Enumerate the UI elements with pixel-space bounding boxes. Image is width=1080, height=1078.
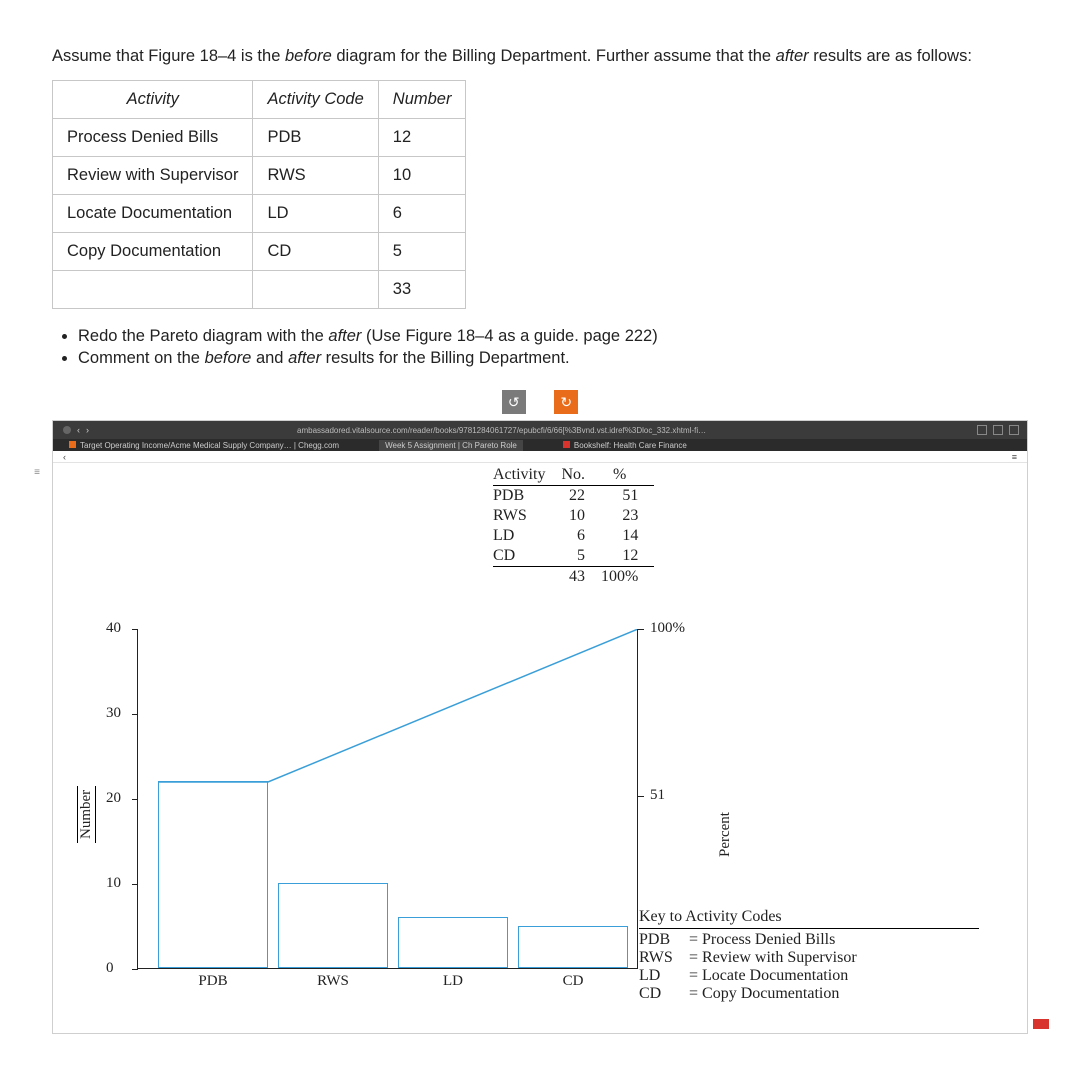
- instruction-list: Redo the Pareto diagram with the after (…: [78, 327, 1028, 368]
- intro-text: Assume that Figure 18–4 is the: [52, 47, 285, 65]
- bookshelf-favicon-icon: [563, 441, 570, 448]
- address-bar[interactable]: ambassadored.vitalsource.com/reader/book…: [297, 426, 706, 435]
- history-controls: ↺ ↻: [52, 390, 1028, 414]
- browser-tab-active[interactable]: Week 5 Assignment | Ch Pareto Role: [379, 440, 523, 451]
- x-category-label: RWS: [317, 973, 349, 990]
- col-number: Number: [378, 81, 466, 119]
- browser-tab[interactable]: Bookshelf: Health Care Finance: [563, 441, 687, 450]
- embedded-screenshot: ‹ › ambassadored.vitalsource.com/reader/…: [52, 420, 1028, 1034]
- nav-back-icon[interactable]: ‹: [77, 425, 80, 435]
- reader-toolbar: ‹ ≡: [53, 451, 1027, 463]
- cumulative-line: [138, 629, 640, 971]
- undo-button[interactable]: ↺: [502, 390, 526, 414]
- intro-text: diagram for the Billing Department. Furt…: [332, 47, 776, 65]
- y-tick-label: 10: [106, 875, 121, 892]
- table-total-row: 33: [53, 271, 466, 309]
- before-summary-table: Activity No. % PDB2251 RWS1023 LD614 CD5…: [493, 465, 654, 587]
- table-row: Process Denied Bills PDB 12: [53, 119, 466, 157]
- intro-text: results are as follows:: [809, 47, 972, 65]
- page-flag-icon[interactable]: [1033, 1019, 1049, 1029]
- col-activity: Activity: [53, 81, 253, 119]
- reader-menu-icon[interactable]: ≡: [1012, 452, 1017, 462]
- y-axis-label: Number: [77, 786, 96, 843]
- reader-back-icon[interactable]: ‹: [63, 452, 66, 462]
- right-tick-label: 100%: [650, 620, 685, 637]
- hamburger-icon[interactable]: ≡: [31, 467, 43, 479]
- table-row: Copy Documentation CD 5: [53, 233, 466, 271]
- chegg-favicon-icon: [69, 441, 76, 448]
- intro-paragraph: Assume that Figure 18–4 is the before di…: [52, 45, 1028, 69]
- y-tick-label: 30: [106, 705, 121, 722]
- instruction-item: Redo the Pareto diagram with the after (…: [78, 327, 1028, 346]
- y-tick-label: 0: [106, 960, 114, 977]
- intro-before-word: before: [285, 47, 332, 65]
- tabs-icon[interactable]: [1009, 425, 1019, 435]
- x-category-label: CD: [563, 973, 584, 990]
- nav-forward-icon[interactable]: ›: [86, 425, 89, 435]
- browser-toolbar: ‹ › ambassadored.vitalsource.com/reader/…: [53, 421, 1027, 439]
- y-tick-label: 40: [106, 620, 121, 637]
- browser-tab[interactable]: Target Operating Income/Acme Medical Sup…: [69, 441, 339, 450]
- sidebar-toggle-icon[interactable]: [63, 426, 71, 434]
- browser-tab-strip: Target Operating Income/Acme Medical Sup…: [53, 439, 1027, 451]
- table-row: Review with Supervisor RWS 10: [53, 157, 466, 195]
- right-y-axis-label: Percent: [717, 812, 734, 857]
- table-row: Locate Documentation LD 6: [53, 195, 466, 233]
- reader-left-rail: ≡: [31, 467, 43, 479]
- pareto-chart: Number 0 10 20 30 40 PDB RWS LD CD 51 100% Percen…: [79, 613, 1001, 1023]
- after-results-table: Activity Activity Code Number Process De…: [52, 80, 466, 309]
- col-activity-code: Activity Code: [253, 81, 378, 119]
- x-category-label: PDB: [198, 973, 227, 990]
- legend-box: Key to Activity Codes PDB = Process Deni…: [639, 908, 979, 1003]
- instruction-item: Comment on the before and after results …: [78, 349, 1028, 368]
- legend-title: Key to Activity Codes: [639, 908, 979, 929]
- add-tab-icon[interactable]: [993, 425, 1003, 435]
- right-tick-label: 51: [650, 787, 665, 804]
- y-tick-label: 20: [106, 790, 121, 807]
- intro-after-word: after: [776, 47, 809, 65]
- x-category-label: LD: [443, 973, 463, 990]
- redo-button[interactable]: ↻: [554, 390, 578, 414]
- share-icon[interactable]: [977, 425, 987, 435]
